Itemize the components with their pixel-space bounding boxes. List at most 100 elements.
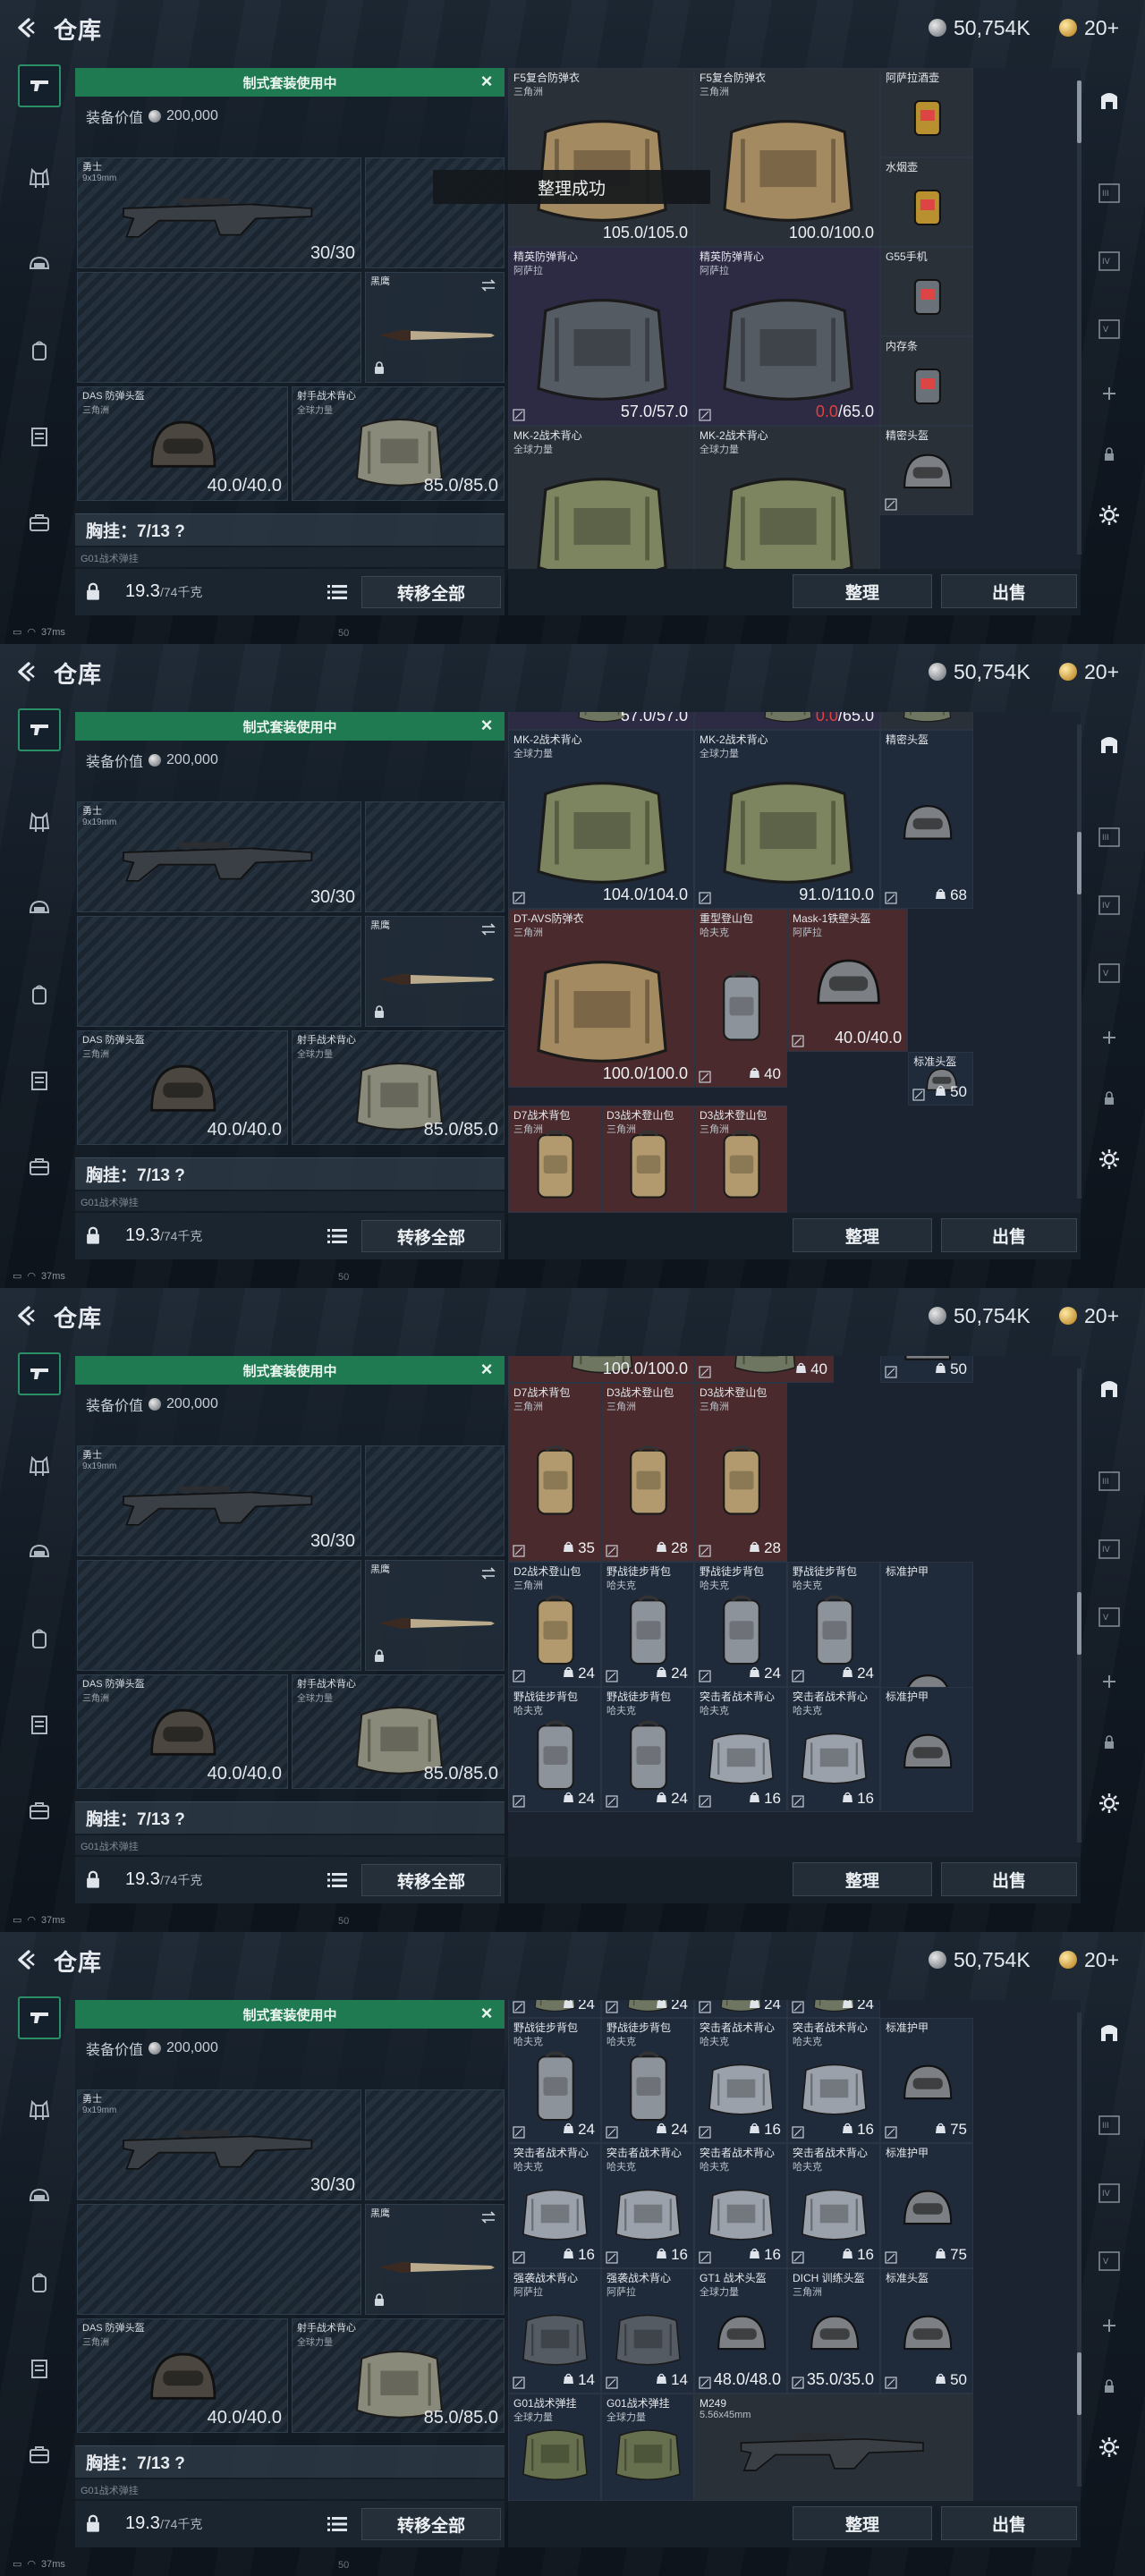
home-icon[interactable]	[1091, 2014, 1127, 2050]
vest-slot[interactable]: 射手战术背心 全球力量 85.0/85.0	[292, 2318, 505, 2433]
close-icon[interactable]: ×	[476, 1360, 497, 1381]
stash-item[interactable]: D7战术背包 三角洲	[508, 1106, 601, 1213]
close-icon[interactable]: ×	[476, 72, 497, 93]
chest-rig-bar[interactable]: 胸挂：7/13 ?	[75, 1801, 505, 1834]
stash-scrollbar[interactable]	[1077, 2012, 1081, 2487]
stash-page-4-icon[interactable]: IV	[1091, 2175, 1127, 2211]
lock-page-icon[interactable]	[1091, 2368, 1127, 2404]
vest-slot[interactable]: 射手战术背心 全球力量 85.0/85.0	[292, 1674, 505, 1789]
stash-item[interactable]: 24	[694, 2000, 787, 2018]
backpack-tab-icon[interactable]	[18, 973, 61, 1016]
stash-item[interactable]: 24	[787, 2000, 880, 2018]
scrollbar-thumb[interactable]	[1077, 2352, 1081, 2415]
settings-icon[interactable]	[1091, 1141, 1127, 1177]
stash-page-3-icon[interactable]: III	[1091, 2107, 1127, 2143]
silver-currency[interactable]: 50,754K	[929, 14, 1030, 41]
scrollbar-thumb[interactable]	[1077, 832, 1081, 894]
sort-button[interactable]: 整理	[793, 1862, 932, 1896]
weapon-tab-icon[interactable]	[18, 1352, 61, 1395]
helmet-tab-icon[interactable]	[18, 2175, 61, 2218]
stash-page-3-icon[interactable]: III	[1091, 1463, 1127, 1499]
sell-button[interactable]: 出售	[941, 1862, 1077, 1896]
armor-tab-icon[interactable]	[18, 157, 61, 200]
scrollbar-thumb[interactable]	[1077, 80, 1081, 143]
secondary-weapon-slot[interactable]	[77, 272, 361, 383]
primary-weapon-slot[interactable]: 勇士 9x19mm 30/30	[77, 157, 361, 268]
settings-icon[interactable]	[1091, 2429, 1127, 2465]
helmet-slot[interactable]: DAS 防弹头盔 三角洲 40.0/40.0	[77, 1030, 288, 1145]
sell-button[interactable]: 出售	[941, 2506, 1077, 2540]
pistol-slot[interactable]	[365, 2089, 505, 2200]
stash-item[interactable]: 突击者战术背心 哈夫克 16	[694, 1687, 787, 1812]
stash-page-4-icon[interactable]: IV	[1091, 887, 1127, 923]
stash-item[interactable]	[880, 712, 973, 730]
sell-button[interactable]: 出售	[941, 574, 1077, 608]
backpack-tab-icon[interactable]	[18, 1617, 61, 1660]
stash-scrollbar[interactable]	[1077, 724, 1081, 1199]
chest-rig-bar[interactable]: 胸挂：7/13 ?	[75, 1157, 505, 1190]
knife-slot[interactable]: 黑鹰	[365, 1560, 505, 1671]
sort-button[interactable]: 整理	[793, 2506, 932, 2540]
stash-item[interactable]: 强袭战术背心 阿萨拉 14	[601, 2268, 694, 2394]
stash-item[interactable]: 野战徒步背包 哈夫克 24	[601, 1562, 694, 1687]
add-page-icon[interactable]	[1091, 2308, 1127, 2343]
lock-page-icon[interactable]	[1091, 1724, 1127, 1760]
weapon-tab-icon[interactable]	[18, 64, 61, 107]
stash-item[interactable]: D3战术登山包 三角洲 28	[694, 1383, 787, 1562]
stash-item[interactable]: MK-2战术背心 全球力量	[694, 426, 880, 569]
knife-slot[interactable]: 黑鹰	[365, 272, 505, 383]
back-icon[interactable]	[14, 1304, 38, 1327]
stash-item[interactable]: 重型登山包 哈夫克 40	[694, 909, 787, 1088]
stash-item[interactable]: 100.0/100.0	[508, 1356, 694, 1383]
stash-item[interactable]: M249 5.56x45mm	[694, 2394, 973, 2501]
swap-icon[interactable]	[480, 1566, 496, 1580]
secondary-weapon-slot[interactable]	[77, 916, 361, 1027]
gold-currency[interactable]: 20+	[1059, 1302, 1119, 1329]
stash-item[interactable]: D3战术登山包 三角洲	[694, 1106, 787, 1213]
stash-item[interactable]: DT-AVS防弹衣 三角洲 100.0/100.0	[508, 909, 694, 1088]
helmet-tab-icon[interactable]	[18, 243, 61, 286]
stash-item[interactable]: DICH 训练头盔 三角洲 35.0/35.0	[787, 2268, 880, 2394]
stash-page-5-icon[interactable]: V	[1091, 311, 1127, 347]
stash-page-3-icon[interactable]: III	[1091, 175, 1127, 211]
stash-item[interactable]: 精密头盔 68	[880, 730, 973, 909]
vest-slot[interactable]: 射手战术背心 全球力量 85.0/85.0	[292, 1030, 505, 1145]
stash-item[interactable]: 24	[508, 2000, 601, 2018]
primary-weapon-slot[interactable]: 勇士 9x19mm 30/30	[77, 2089, 361, 2200]
back-icon[interactable]	[14, 1948, 38, 1971]
rig-tab-icon[interactable]	[18, 2347, 61, 2390]
transfer-all-button[interactable]: 转移全部	[361, 1864, 501, 1896]
stash-scrollbar[interactable]	[1077, 80, 1081, 555]
backpack-tab-icon[interactable]	[18, 2261, 61, 2304]
swap-icon[interactable]	[480, 2210, 496, 2224]
stash-page-4-icon[interactable]: IV	[1091, 1531, 1127, 1567]
settings-icon[interactable]	[1091, 1785, 1127, 1821]
gold-currency[interactable]: 20+	[1059, 658, 1119, 685]
sell-button[interactable]: 出售	[941, 1218, 1077, 1252]
swap-icon[interactable]	[480, 922, 496, 936]
rig-tab-icon[interactable]	[18, 415, 61, 458]
transfer-all-button[interactable]: 转移全部	[361, 2508, 501, 2540]
close-icon[interactable]: ×	[476, 2004, 497, 2025]
stash-item[interactable]: MK-2战术背心 全球力量 104.0/104.0	[508, 730, 694, 909]
stash-item[interactable]: 强袭战术背心 阿萨拉 14	[508, 2268, 601, 2394]
close-icon[interactable]: ×	[476, 716, 497, 737]
list-icon[interactable]	[327, 583, 347, 601]
helmet-tab-icon[interactable]	[18, 1531, 61, 1574]
stash-item[interactable]: 野战徒步背包 哈夫克 24	[694, 1562, 787, 1687]
stash-item[interactable]: 突击者战术背心 哈夫克 16	[787, 2018, 880, 2143]
sort-button[interactable]: 整理	[793, 574, 932, 608]
lock-page-icon[interactable]	[1091, 436, 1127, 472]
helmet-slot[interactable]: DAS 防弹头盔 三角洲 40.0/40.0	[77, 1674, 288, 1789]
stash-item[interactable]: 标准头盔 50	[908, 1052, 973, 1106]
rig-tab-icon[interactable]	[18, 1059, 61, 1102]
list-icon[interactable]	[327, 2515, 347, 2533]
weapon-tab-icon[interactable]	[18, 708, 61, 751]
stash-item[interactable]: 突击者战术背心 哈夫克 16	[787, 1687, 880, 1812]
case-tab-icon[interactable]	[18, 2433, 61, 2476]
stash-page-5-icon[interactable]: V	[1091, 2243, 1127, 2279]
stash-scrollbar[interactable]	[1077, 1368, 1081, 1843]
stash-page-4-icon[interactable]: IV	[1091, 243, 1127, 279]
case-tab-icon[interactable]	[18, 501, 61, 544]
add-page-icon[interactable]	[1091, 376, 1127, 411]
